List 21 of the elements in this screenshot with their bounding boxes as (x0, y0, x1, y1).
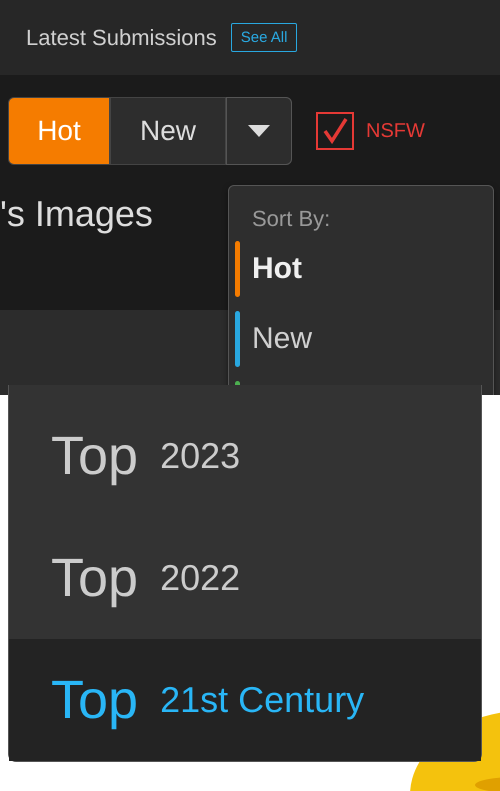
menu-period: 2022 (160, 557, 240, 599)
menu-item[interactable]: New (252, 322, 312, 356)
gallery-title: 's Images (0, 193, 153, 235)
caret-icon (248, 125, 270, 137)
menu-word: Top (51, 669, 138, 731)
sort-tab[interactable]: New (110, 97, 226, 165)
menu-period: 21st Century (160, 679, 364, 721)
menu-word: Top (51, 547, 138, 609)
nsfw-checkbox[interactable] (316, 112, 354, 150)
dropdown-button[interactable] (226, 97, 292, 165)
menu-row[interactable]: Top 2022 (9, 517, 481, 639)
menu-word: Top (51, 425, 138, 487)
nsfw-label: NSFW (366, 120, 425, 142)
menu-row[interactable]: Top 2023 (9, 395, 481, 517)
menu-heading: Sort By: (252, 206, 332, 232)
menu-item[interactable]: Hot (252, 252, 302, 286)
section-heading: Latest Submissions (26, 24, 217, 50)
menu-row[interactable]: Top 21st Century (9, 639, 481, 761)
see-all-button[interactable]: See All (230, 23, 298, 52)
checkmark-icon (321, 117, 349, 145)
menu-period: 2023 (160, 435, 240, 477)
